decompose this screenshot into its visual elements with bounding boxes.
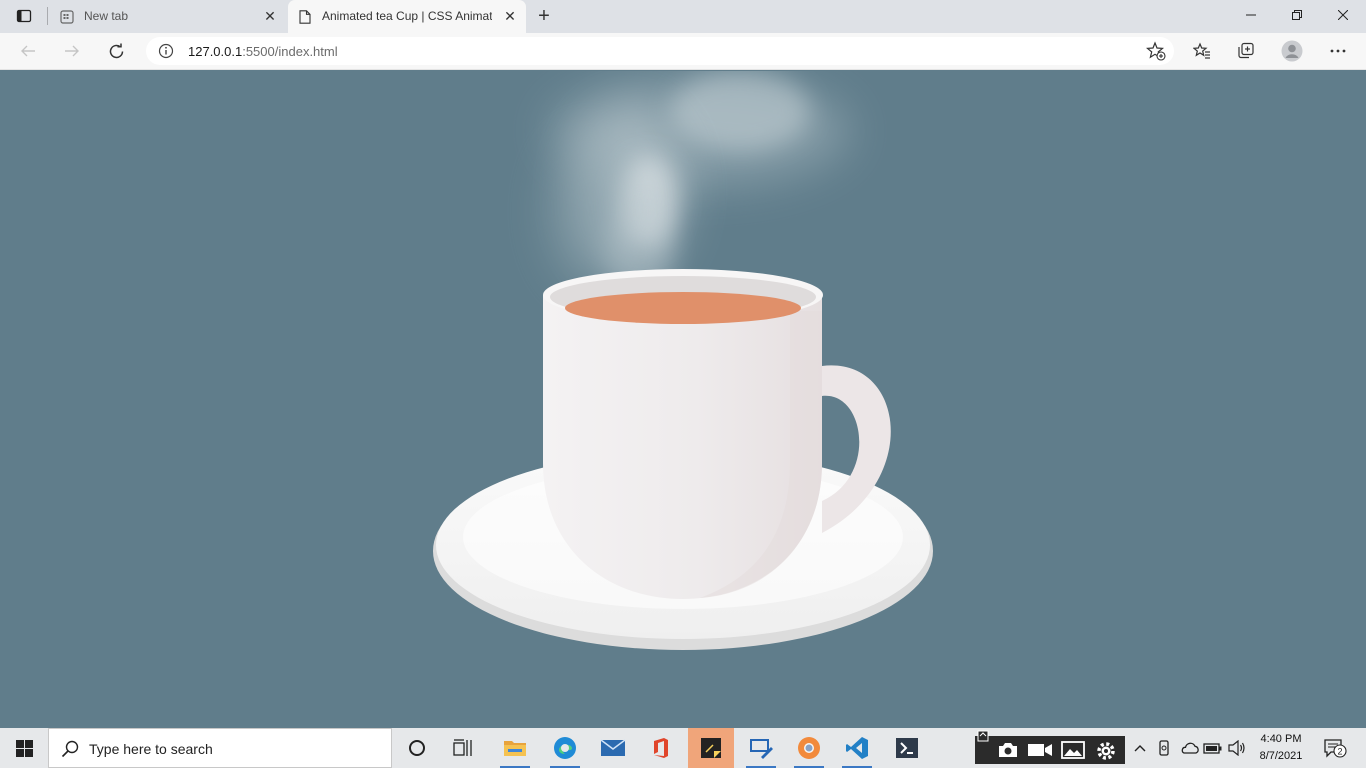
vscode-button[interactable] — [834, 728, 880, 768]
collections-button[interactable] — [1230, 36, 1262, 66]
avatar-icon — [1281, 40, 1303, 62]
new-tab-page-icon — [59, 9, 74, 24]
url-host: 127.0.0.1 — [188, 44, 243, 59]
settings-more-button[interactable] — [1322, 36, 1354, 66]
meet-now-button[interactable] — [1154, 728, 1174, 768]
close-tab-icon[interactable]: ✕ — [262, 8, 278, 24]
show-hidden-icons-button[interactable] — [1130, 728, 1150, 768]
clock-time: 4:40 PM — [1260, 733, 1302, 745]
sticky-notes-icon — [701, 738, 721, 758]
chrome-icon — [798, 737, 820, 759]
terminal-icon — [896, 738, 918, 758]
favorites-icon — [1193, 42, 1210, 59]
camera-icon[interactable] — [997, 741, 1019, 759]
windows-taskbar: Type here to search 4:40 PM 8/7/2021 2 — [0, 728, 1366, 768]
cortana-circle-icon — [409, 740, 425, 756]
gear-icon[interactable] — [1095, 740, 1117, 762]
edge-icon — [554, 737, 576, 759]
action-center-button[interactable]: 2 — [1318, 728, 1352, 768]
device-icon — [1159, 740, 1169, 756]
refresh-button[interactable] — [100, 36, 132, 66]
folder-icon — [504, 741, 526, 756]
mail-icon — [600, 739, 626, 756]
close-icon — [1338, 10, 1348, 20]
back-button[interactable] — [12, 36, 44, 66]
minimize-button[interactable] — [1228, 0, 1274, 30]
mail-button[interactable] — [590, 728, 636, 768]
tea-surface — [565, 292, 801, 324]
office-icon — [654, 738, 668, 758]
search-placeholder: Type here to search — [89, 741, 213, 757]
task-view-icon — [453, 739, 472, 756]
browser-toolbar: 127.0.0.1:5500/index.html — [0, 33, 1366, 70]
office-button[interactable] — [638, 728, 684, 768]
task-view-button[interactable] — [440, 728, 486, 768]
forward-arrow-icon — [65, 45, 79, 57]
new-tab-button[interactable]: + — [532, 5, 556, 27]
snip-sketch-button[interactable] — [738, 728, 784, 768]
battery-button[interactable] — [1202, 728, 1224, 768]
minimize-icon — [1246, 14, 1256, 16]
refresh-icon — [109, 43, 123, 58]
page-icon — [297, 9, 312, 24]
tab-strip: New tab ✕ Animated tea Cup | CSS Animati… — [0, 0, 1366, 33]
restore-icon — [1292, 10, 1302, 20]
tab-actions-button[interactable] — [8, 5, 40, 27]
url-text: 127.0.0.1:5500/index.html — [188, 44, 338, 59]
search-icon — [61, 740, 79, 758]
file-explorer-button[interactable] — [492, 728, 538, 768]
terminal-app-button[interactable] — [884, 728, 930, 768]
tab-animated-tea-cup[interactable]: Animated tea Cup | CSS Animation ✕ — [288, 0, 526, 33]
clock-date: 8/7/2021 — [1259, 750, 1303, 762]
more-dots-icon — [1330, 49, 1346, 53]
site-info-icon[interactable] — [158, 43, 174, 59]
chevron-up-icon — [1134, 745, 1146, 752]
collections-icon — [1238, 42, 1254, 59]
tab-new-tab[interactable]: New tab ✕ — [50, 0, 286, 33]
speaker-icon — [1228, 740, 1245, 756]
gallery-icon[interactable] — [1061, 741, 1085, 759]
close-window-button[interactable] — [1320, 0, 1366, 30]
notification-count: 2 — [1337, 746, 1342, 756]
battery-icon — [1203, 743, 1222, 754]
add-favorite-icon[interactable] — [1146, 41, 1166, 61]
tab-title: Animated tea Cup | CSS Animation — [322, 9, 492, 23]
close-tab-icon[interactable]: ✕ — [502, 8, 518, 24]
taskbar-search-box[interactable]: Type here to search — [48, 728, 392, 768]
start-button[interactable] — [0, 728, 48, 768]
address-bar[interactable]: 127.0.0.1:5500/index.html — [146, 37, 1174, 65]
video-record-icon[interactable] — [1027, 742, 1053, 758]
edge-browser-button[interactable] — [542, 728, 588, 768]
cortana-button[interactable] — [394, 728, 440, 768]
favorites-button[interactable] — [1186, 36, 1218, 66]
onedrive-button[interactable] — [1178, 728, 1202, 768]
windows-logo-icon — [15, 739, 33, 757]
capture-toolbar — [975, 730, 1125, 764]
capture-pin-icon — [977, 730, 989, 742]
tab-title: New tab — [84, 9, 129, 23]
sticky-notes-button[interactable] — [688, 728, 734, 768]
notifications-icon: 2 — [1324, 739, 1347, 758]
web-page-content — [0, 71, 1366, 728]
teacup-illustration — [433, 71, 933, 650]
cloud-icon — [1181, 742, 1199, 754]
profile-button[interactable] — [1276, 36, 1308, 66]
tab-actions-icon — [16, 9, 32, 23]
steam — [545, 71, 850, 296]
taskbar-clock[interactable]: 4:40 PM 8/7/2021 — [1250, 731, 1312, 765]
chrome-button[interactable] — [786, 728, 832, 768]
volume-button[interactable] — [1226, 728, 1248, 768]
restore-button[interactable] — [1274, 0, 1320, 30]
back-arrow-icon — [21, 45, 35, 57]
forward-button[interactable] — [56, 36, 88, 66]
vscode-icon — [846, 737, 868, 759]
url-path: :5500/index.html — [242, 44, 338, 59]
snip-sketch-icon — [750, 739, 773, 759]
tab-separator — [47, 7, 48, 25]
